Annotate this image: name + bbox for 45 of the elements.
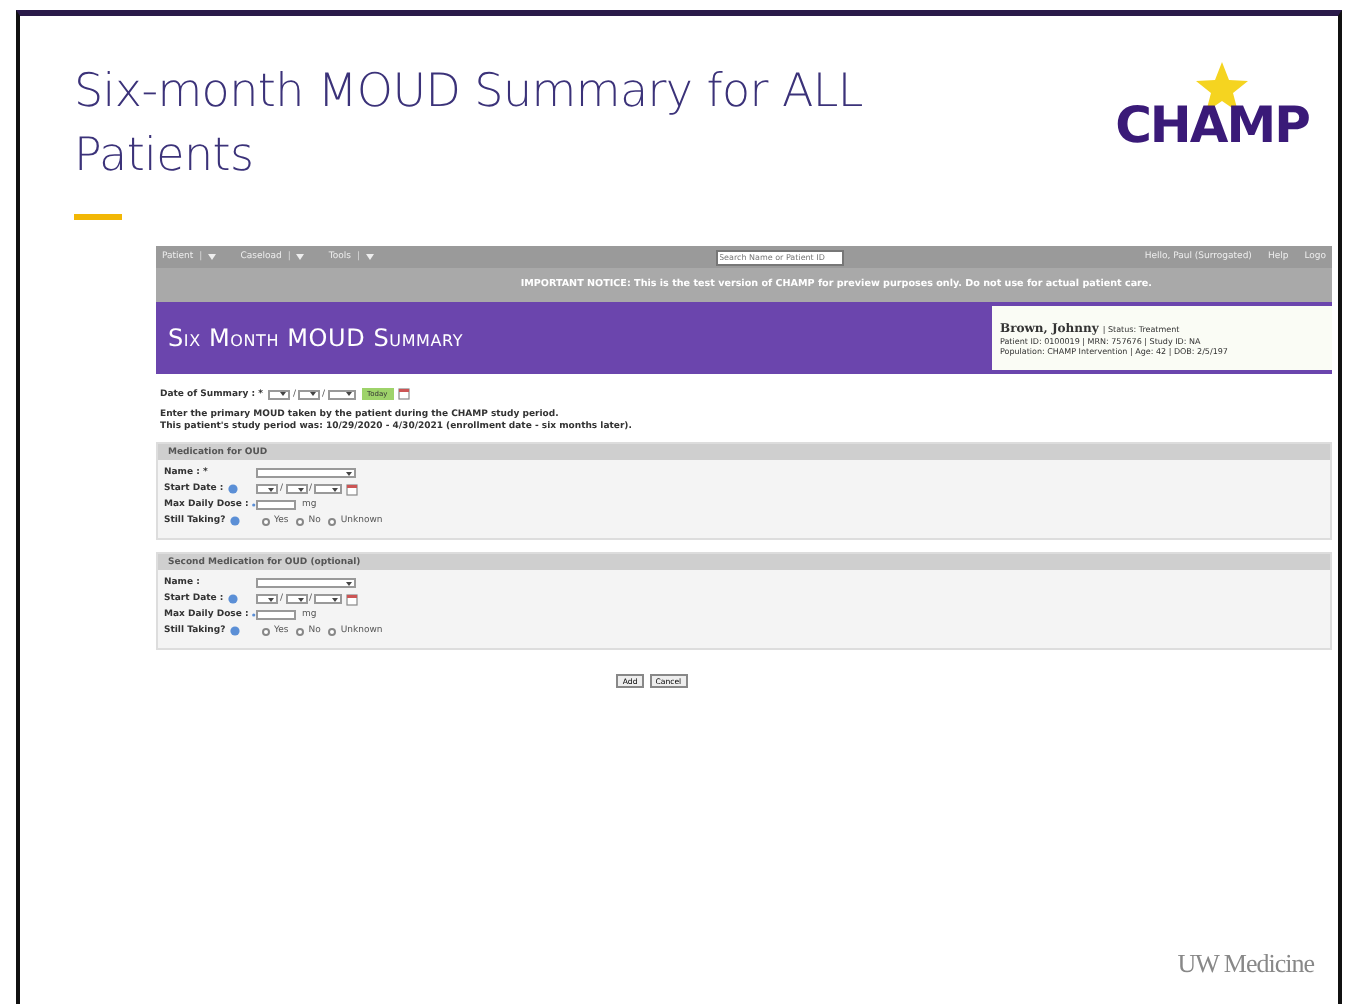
caret-icon	[346, 471, 352, 475]
slide-title: Six-month MOUD Summary for ALL Patients	[74, 64, 865, 186]
caret-icon	[310, 392, 316, 396]
select-field[interactable]	[256, 484, 278, 494]
dose-field[interactable]	[256, 610, 296, 620]
caret-icon	[332, 487, 339, 491]
info-icon	[227, 484, 238, 494]
calendar-icon	[346, 593, 359, 605]
dose-field[interactable]	[256, 500, 296, 510]
caret-icon	[280, 392, 287, 396]
radio-button[interactable]	[296, 517, 305, 525]
accent-bar	[74, 214, 122, 220]
caret-icon	[268, 597, 274, 601]
info-icon	[227, 594, 238, 604]
select-field[interactable]	[256, 594, 278, 604]
caret-icon	[366, 254, 374, 260]
caret-icon	[297, 487, 304, 491]
select-field[interactable]	[327, 389, 356, 399]
select-field[interactable]	[298, 389, 320, 399]
caret-icon	[268, 487, 274, 491]
caret-icon	[296, 254, 305, 260]
info-icon	[229, 626, 240, 636]
logo-text: CHAMP	[1115, 96, 1309, 154]
caret-icon	[208, 254, 217, 260]
radio-button[interactable]	[296, 627, 305, 635]
page-title: Six Month MOUD Summary	[166, 324, 464, 352]
caret-icon	[332, 597, 339, 601]
select-field[interactable]	[268, 389, 291, 399]
radio-button[interactable]	[328, 517, 337, 525]
calendar-icon	[346, 483, 359, 495]
select-field[interactable]	[256, 578, 356, 588]
calendar-icon	[397, 388, 410, 400]
select-field[interactable]	[285, 484, 308, 494]
select-field[interactable]	[314, 484, 343, 494]
radio-button[interactable]	[328, 627, 337, 635]
radio-button[interactable]	[262, 627, 270, 635]
caret-icon	[345, 392, 352, 396]
select-field[interactable]	[285, 594, 308, 604]
select-field[interactable]	[256, 468, 356, 478]
caret-icon	[297, 597, 304, 601]
caret-icon	[346, 581, 352, 585]
info-icon	[229, 516, 240, 526]
radio-button[interactable]	[262, 517, 270, 525]
select-field[interactable]	[314, 594, 343, 604]
footer-logo-text: UW Medicine	[1177, 948, 1314, 980]
